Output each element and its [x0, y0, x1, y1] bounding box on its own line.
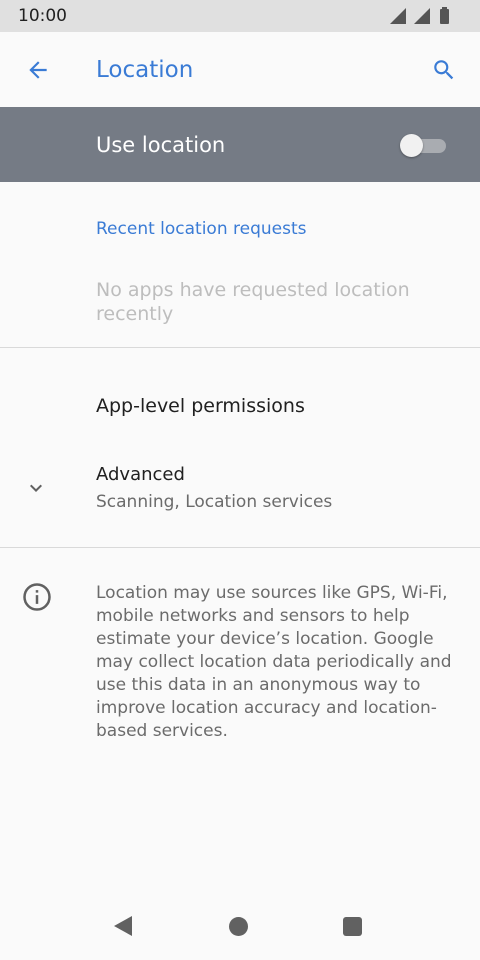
signal-battery-icons [390, 7, 449, 24]
advanced-item[interactable]: Advanced Scanning, Location services [0, 448, 480, 528]
app-bar: Location [0, 32, 480, 107]
status-bar: 10:00 [0, 0, 480, 32]
nav-recents-icon[interactable] [343, 917, 362, 936]
use-location-toggle[interactable] [400, 134, 446, 157]
arrow-back-icon [29, 61, 47, 79]
search-icon [434, 60, 454, 80]
wifi-signal-icon [390, 8, 406, 24]
info-icon [23, 583, 51, 611]
status-icons [388, 7, 464, 25]
use-location-switch-bar[interactable]: Use location [0, 107, 480, 182]
back-button[interactable] [14, 46, 62, 94]
chevron-down-icon [30, 484, 42, 492]
switch-thumb [400, 134, 423, 157]
app-level-permissions-item[interactable]: App-level permissions [96, 394, 305, 418]
advanced-summary: Scanning, Location services [96, 492, 333, 512]
divider [0, 547, 480, 548]
cell-signal-icon [414, 8, 430, 24]
nav-home-icon[interactable] [229, 917, 248, 936]
nav-back-icon[interactable] [112, 914, 134, 938]
use-location-label: Use location [96, 133, 226, 157]
advanced-title: Advanced [96, 464, 185, 485]
search-button[interactable] [420, 46, 468, 94]
system-nav-bar [0, 890, 480, 960]
divider [0, 347, 480, 348]
battery-icon [440, 9, 449, 24]
footer-info-text: Location may use sources like GPS, Wi-Fi… [96, 583, 452, 741]
recent-requests-empty-text: No apps have requested location recently [96, 279, 410, 325]
recent-requests-header: Recent location requests [96, 219, 307, 239]
status-time: 10:00 [18, 6, 67, 26]
page-title: Location [96, 57, 194, 83]
